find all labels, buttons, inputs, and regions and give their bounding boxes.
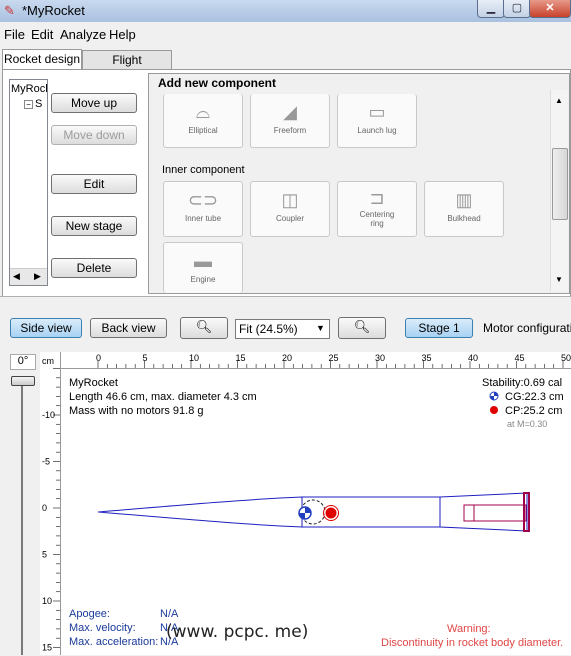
watermark: (www. pcpc. me) — [166, 622, 309, 642]
nose-cone[interactable] — [97, 496, 303, 528]
warning-title: Warning: — [447, 623, 491, 635]
cg-value: CG:22.3 cm — [505, 391, 564, 403]
body-tube[interactable] — [301, 496, 441, 528]
transition[interactable] — [439, 492, 528, 532]
motor-mount[interactable] — [463, 504, 527, 522]
stability-value: Stability:0.69 cal — [482, 377, 563, 389]
cg-legend-icon — [489, 391, 499, 401]
apogee-value: N/A — [160, 608, 179, 620]
cp-marker — [324, 506, 338, 520]
mach-value: at M=0.30 — [507, 419, 548, 429]
rocket-mass: Mass with no motors 91.8 g — [69, 405, 204, 417]
velocity-label: Max. velocity: — [69, 622, 136, 634]
rocket-name: MyRocket — [69, 377, 118, 389]
warning-text: Discontinuity in rocket body diameter. — [381, 637, 564, 649]
rocket-dimensions: Length 46.6 cm, max. diameter 4.3 cm — [69, 391, 257, 403]
acceleration-label: Max. acceleration: — [69, 636, 159, 648]
apogee-label: Apogee: — [69, 608, 110, 620]
rocket-drawing[interactable] — [0, 0, 571, 655]
cp-legend-icon — [490, 406, 498, 414]
cp-value: CP:25.2 cm — [505, 405, 563, 417]
